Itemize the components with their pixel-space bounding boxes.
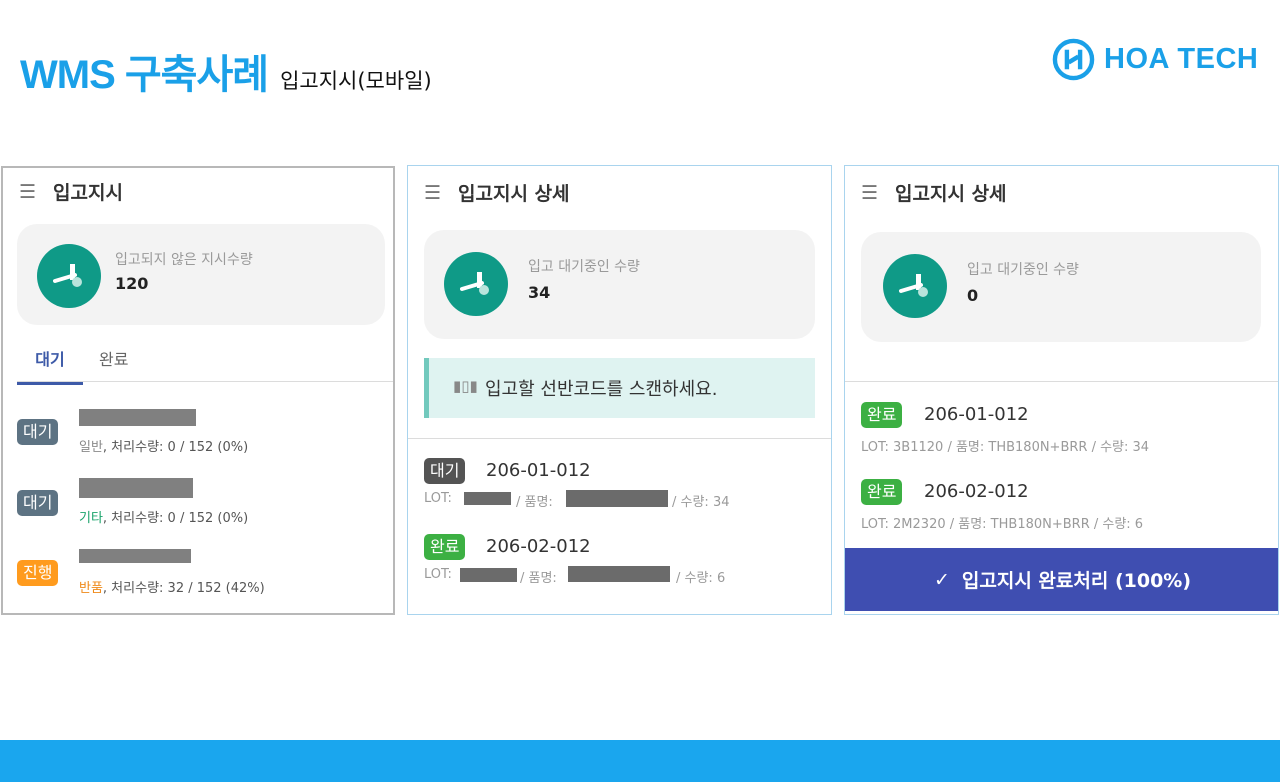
status-badge: 대기 xyxy=(17,490,59,516)
menu-icon[interactable]: ☰ xyxy=(19,181,36,203)
brand-name: HOA TECH xyxy=(1104,43,1259,75)
quantity-label: / 수량: 6 xyxy=(676,571,726,586)
menu-icon[interactable]: ☰ xyxy=(424,182,441,204)
panel-topbar: ☰ 입고지시 상세 xyxy=(424,179,570,206)
redacted-field xyxy=(460,568,517,582)
menu-icon[interactable]: ☰ xyxy=(861,182,878,204)
tab-completed[interactable]: 완료 xyxy=(99,346,128,370)
redacted-field xyxy=(568,566,670,582)
status-badge: 완료 xyxy=(861,402,903,428)
panel-receiving-list: ☰ 입고지시 입고되지 않은 지시수량 120 대기 완료 대기 일반, 처리수… xyxy=(1,166,395,615)
divider xyxy=(845,381,1278,382)
page-title: WMS 구축사례 xyxy=(20,53,269,97)
redacted-field xyxy=(464,492,511,505)
item-meta: 기타, 처리수량: 0 / 152 (0%) xyxy=(79,511,249,526)
status-badge: 완료 xyxy=(424,534,466,560)
stat-label: 입고되지 않은 지시수량 xyxy=(115,252,253,268)
redacted-field xyxy=(566,490,668,507)
item-name-label: / 품명: xyxy=(520,571,557,586)
barcode-icon: ▮▯▮ xyxy=(453,377,478,395)
panel-topbar: ☰ 입고지시 xyxy=(19,178,123,205)
panel-receiving-detail: ☰ 입고지시 상세 입고 대기중인 수량 34 ▮▯▮ 입고할 선반코드를 스캔… xyxy=(407,165,832,615)
location-code: 206-01-012 xyxy=(486,460,591,481)
footer-bar xyxy=(0,740,1280,782)
item-meta: 일반, 처리수량: 0 / 152 (0%) xyxy=(79,440,249,455)
item-detail: LOT: 3B1120 / 품명: THB180N+BRR / 수량: 34 xyxy=(861,440,1150,455)
location-code: 206-02-012 xyxy=(486,536,591,557)
check-icon: ✓ xyxy=(933,568,950,591)
redacted-field xyxy=(79,549,191,563)
stat-card: 입고 대기중인 수량 0 xyxy=(861,232,1261,342)
page-subtitle: 입고지시(모바일) xyxy=(280,69,432,93)
quantity-label: / 수량: 34 xyxy=(672,495,730,510)
panel-topbar: ☰ 입고지시 상세 xyxy=(861,179,1007,206)
redacted-field xyxy=(79,478,193,498)
scan-message: 입고할 선반코드를 스캔하세요. xyxy=(485,379,718,400)
item-detail: LOT: 2M2320 / 품명: THB180N+BRR / 수량: 6 xyxy=(861,517,1144,532)
complete-receiving-button[interactable]: ✓ 입고지시 완료처리 (100%) xyxy=(845,548,1278,611)
stat-label: 입고 대기중인 수량 xyxy=(528,259,640,275)
forklift-icon xyxy=(37,244,101,308)
redacted-field xyxy=(79,409,196,426)
page-header: WMS 구축사례 입고지시(모바일) xyxy=(20,42,432,100)
location-code: 206-02-012 xyxy=(924,481,1029,502)
panel-title: 입고지시 상세 xyxy=(895,183,1007,205)
stat-label: 입고 대기중인 수량 xyxy=(967,262,1079,278)
panel-receiving-complete: ☰ 입고지시 상세 입고 대기중인 수량 0 완료 206-01-012 LOT… xyxy=(844,165,1279,615)
status-badge: 대기 xyxy=(17,419,59,445)
hoa-tech-logo-icon xyxy=(1052,38,1095,81)
stat-card: 입고되지 않은 지시수량 120 xyxy=(17,224,385,325)
stat-value: 34 xyxy=(528,283,551,302)
panel-title: 입고지시 xyxy=(53,182,123,204)
item-name-label: / 품명: xyxy=(516,495,553,510)
status-badge: 대기 xyxy=(424,458,466,484)
lot-label: LOT: xyxy=(424,567,452,582)
complete-button-label: 입고지시 완료처리 (100%) xyxy=(961,570,1192,592)
stat-card: 입고 대기중인 수량 34 xyxy=(424,230,815,339)
stat-value: 0 xyxy=(967,286,979,305)
status-badge: 완료 xyxy=(861,479,903,505)
lot-label: LOT: xyxy=(424,491,452,506)
scan-prompt: ▮▯▮ 입고할 선반코드를 스캔하세요. xyxy=(424,358,815,418)
tab-waiting[interactable]: 대기 xyxy=(17,346,83,385)
forklift-icon xyxy=(883,254,947,318)
forklift-icon xyxy=(444,252,508,316)
tab-bar: 대기 완료 xyxy=(17,338,393,385)
location-code: 206-01-012 xyxy=(924,404,1029,425)
status-badge: 진행 xyxy=(17,560,59,586)
panel-title: 입고지시 상세 xyxy=(458,183,570,205)
divider xyxy=(408,438,831,439)
stat-value: 120 xyxy=(115,274,149,293)
item-meta: 반품, 처리수량: 32 / 152 (42%) xyxy=(79,581,265,596)
brand: HOA TECH xyxy=(1052,38,1258,81)
